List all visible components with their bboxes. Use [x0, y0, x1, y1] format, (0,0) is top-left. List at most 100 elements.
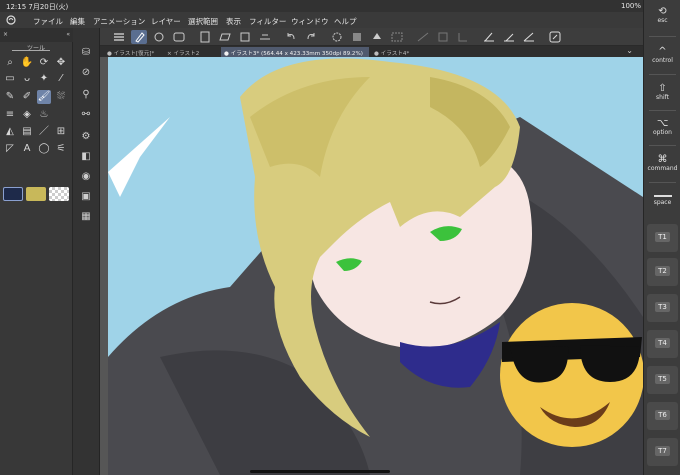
- fill-icon[interactable]: ◭: [3, 125, 17, 139]
- tab-illust-4[interactable]: ● イラスト4*: [371, 47, 431, 57]
- layer-stack-icon[interactable]: ◧: [79, 150, 93, 164]
- artwork-canvas[interactable]: [100, 57, 643, 475]
- sub-color-swatch[interactable]: [26, 187, 46, 201]
- t6-key[interactable]: T6: [647, 402, 678, 430]
- fill-selection-icon[interactable]: [369, 30, 385, 44]
- clear-icon[interactable]: [329, 30, 345, 44]
- text-icon[interactable]: A: [20, 142, 34, 156]
- option-key[interactable]: ⌥ option: [647, 118, 678, 136]
- snap-special-icon[interactable]: [501, 30, 517, 44]
- tool-panel-tab[interactable]: ツール: [0, 42, 73, 52]
- new-file-icon[interactable]: [197, 30, 213, 44]
- command-key[interactable]: ⌘ command: [647, 154, 678, 172]
- invert-selection-icon[interactable]: [435, 30, 451, 44]
- transform-icon[interactable]: [415, 30, 431, 44]
- blend-icon[interactable]: ♨: [37, 108, 51, 122]
- color-history-icon[interactable]: ▣: [79, 190, 93, 204]
- airbrush-icon[interactable]: ⛆: [54, 90, 68, 104]
- navigator-icon[interactable]: ⊘: [79, 66, 93, 80]
- pencil-icon[interactable]: ✐: [20, 90, 34, 104]
- save-icon[interactable]: [237, 30, 253, 44]
- command-icon: ⌘: [657, 154, 668, 165]
- space-bar-icon: [653, 195, 672, 197]
- menu-animation[interactable]: アニメーション: [93, 16, 145, 27]
- sub-tool-icon[interactable]: ⚲: [79, 88, 93, 102]
- canvas-area[interactable]: [100, 57, 643, 475]
- command-toolbar: [100, 28, 643, 46]
- sunglasses-emoji: [500, 303, 643, 447]
- menu-file[interactable]: ファイル: [33, 16, 63, 27]
- hand-icon[interactable]: ✋: [20, 56, 34, 70]
- t2-key[interactable]: T2: [647, 258, 678, 286]
- menu-window[interactable]: ウィンドウ: [291, 16, 329, 27]
- control-key[interactable]: ^ control: [647, 46, 678, 64]
- print-icon[interactable]: [257, 30, 273, 44]
- frame-icon[interactable]: ⊞: [54, 125, 68, 139]
- tool-property-icon[interactable]: ⚙: [79, 130, 93, 144]
- shift-key[interactable]: ⇧ shift: [647, 83, 678, 101]
- figure-icon[interactable]: ／: [37, 125, 51, 139]
- menu-layer[interactable]: レイヤー: [151, 16, 181, 27]
- move-icon[interactable]: ✥: [54, 56, 68, 70]
- deselect-icon[interactable]: [389, 30, 405, 44]
- color-wheel-icon[interactable]: ◉: [79, 170, 93, 184]
- menu-view[interactable]: 表示: [226, 16, 241, 27]
- redo-icon[interactable]: [303, 30, 319, 44]
- menu-bar: ファイル 編集 アニメーション レイヤー 選択範囲 表示 フィルター ウィンドウ…: [0, 12, 643, 28]
- lasso-fill-icon[interactable]: [151, 30, 167, 44]
- menu-filter[interactable]: フィルター: [249, 16, 286, 27]
- main-color-swatch[interactable]: [3, 187, 23, 201]
- tab-illust-2[interactable]: × イラスト2: [164, 47, 218, 57]
- pen-icon[interactable]: ✎: [3, 90, 17, 104]
- edit-mode-icon[interactable]: [131, 30, 147, 44]
- rotate-icon[interactable]: ⟳: [37, 56, 51, 70]
- menu-icon[interactable]: [111, 30, 127, 44]
- t3-key[interactable]: T3: [647, 294, 678, 322]
- undo-icon[interactable]: [283, 30, 299, 44]
- close-panel-icon[interactable]: ×: [3, 31, 8, 38]
- eraser-icon[interactable]: ◈: [20, 108, 34, 122]
- brush-size-icon[interactable]: ⚯: [79, 108, 93, 122]
- decoration-icon[interactable]: ≡: [3, 108, 17, 122]
- menu-edit[interactable]: 編集: [70, 16, 85, 27]
- t1-key[interactable]: T1: [647, 224, 678, 252]
- snap-grid-icon[interactable]: [521, 30, 537, 44]
- selection-out-icon[interactable]: [349, 30, 365, 44]
- selection-icon[interactable]: ▭: [3, 72, 17, 86]
- tool-panel-title: ツール: [27, 45, 46, 52]
- tab-illust-recovered[interactable]: ● イラスト[復元]*: [104, 47, 162, 57]
- snap-ruler-icon[interactable]: [481, 30, 497, 44]
- magic-wand-icon[interactable]: ✦: [37, 72, 51, 86]
- chevron-down-icon[interactable]: ⌄: [626, 46, 633, 55]
- zoom-icon[interactable]: ⌕: [3, 56, 17, 70]
- balloon-icon[interactable]: ◯: [37, 142, 51, 156]
- material-icon[interactable]: ▦: [79, 210, 93, 224]
- app-logo-icon[interactable]: [6, 15, 16, 25]
- eyedropper-icon[interactable]: ⁄: [54, 72, 68, 86]
- companion-icon[interactable]: [171, 30, 187, 44]
- t7-key[interactable]: T7: [647, 438, 678, 466]
- transparent-color-swatch[interactable]: [49, 187, 69, 201]
- tab-illust-3[interactable]: ● イラスト3* (564.44 x 423.33mm 350dpi 89.2%…: [221, 47, 369, 57]
- layer-settings-icon[interactable]: ⛁: [79, 46, 93, 60]
- ios-status-bar: 12:15 7月20日(火) 100%: [0, 0, 643, 12]
- t5-key[interactable]: T5: [647, 366, 678, 394]
- collapse-panel-icon[interactable]: «: [66, 31, 70, 38]
- brush-icon[interactable]: 🖌: [37, 90, 51, 104]
- crop-icon[interactable]: [455, 30, 471, 44]
- quick-access-icon[interactable]: [547, 30, 563, 44]
- menu-help[interactable]: ヘルプ: [334, 16, 357, 27]
- undo-arrow-icon: ⟲: [658, 6, 667, 17]
- home-indicator[interactable]: [250, 470, 390, 473]
- open-icon[interactable]: [217, 30, 233, 44]
- space-key[interactable]: space: [647, 192, 678, 206]
- command-bar: ⛁ ⊘ ⚲ ⚯ ⚙ ◧ ◉ ▣ ▦: [73, 28, 100, 475]
- lasso-icon[interactable]: ᴗ: [20, 72, 34, 86]
- menu-selection[interactable]: 選択範囲: [188, 16, 218, 27]
- esc-key[interactable]: ⟲ esc: [647, 6, 678, 24]
- t4-key[interactable]: T4: [647, 330, 678, 358]
- gradient-icon[interactable]: ▤: [20, 125, 34, 139]
- status-time: 12:15 7月20日(火): [6, 3, 69, 11]
- correction-icon[interactable]: ⚟: [54, 142, 68, 156]
- ruler-icon[interactable]: ◸: [3, 142, 17, 156]
